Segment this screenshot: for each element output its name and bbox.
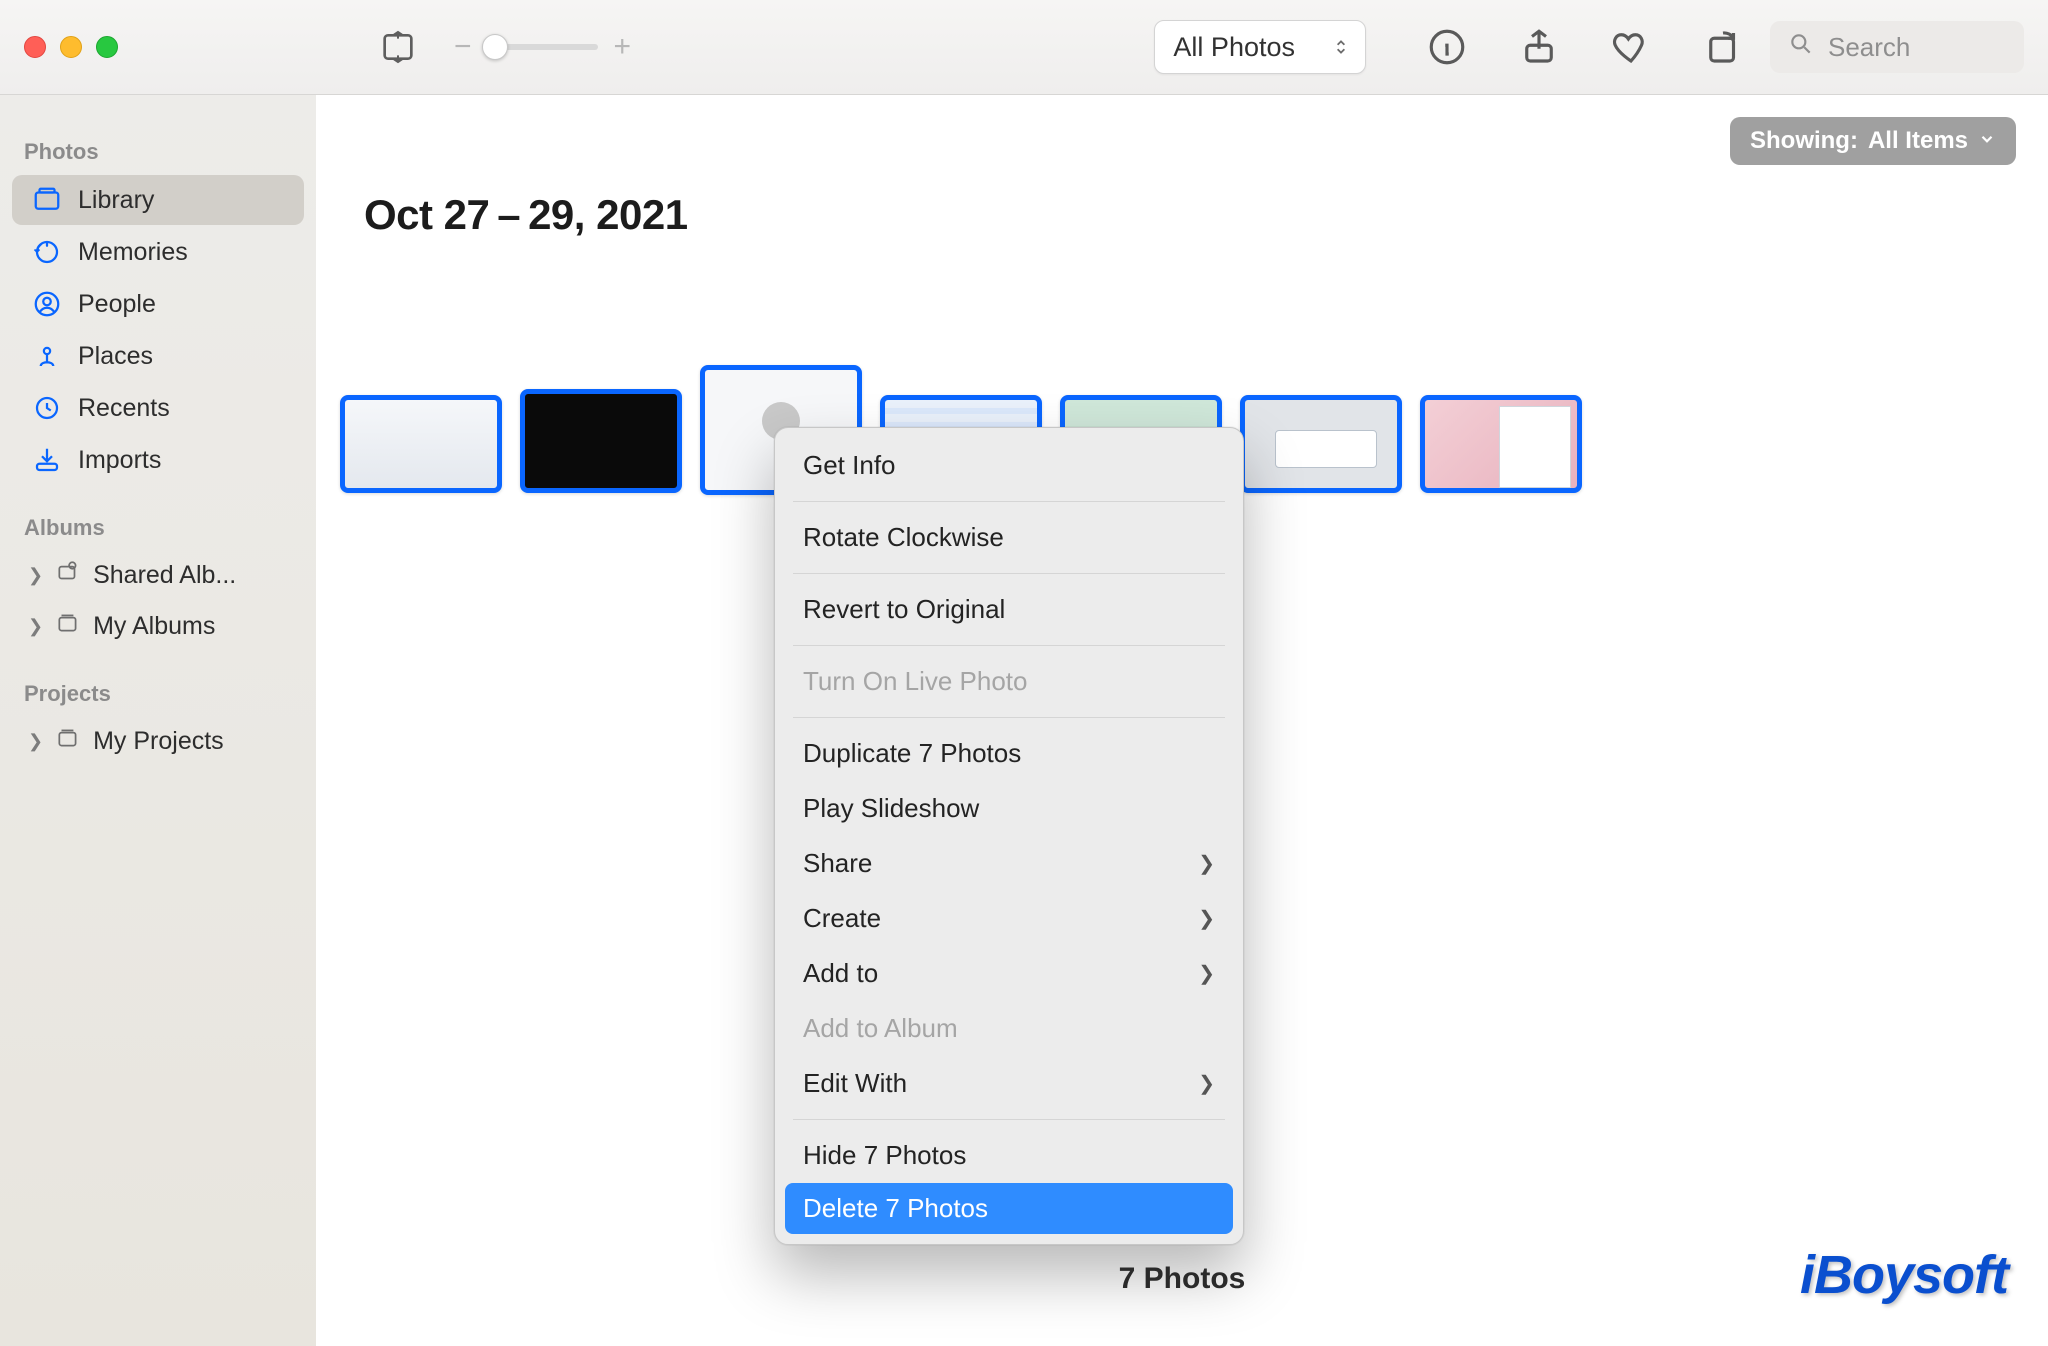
people-icon [32, 289, 62, 319]
sidebar-item-label: People [78, 290, 156, 319]
menu-separator [793, 645, 1225, 646]
zoom-slider-thumb[interactable] [482, 34, 508, 60]
projects-icon [55, 725, 81, 758]
chevron-right-icon: ❯ [1198, 1071, 1215, 1096]
chevron-right-icon: ❯ [28, 616, 43, 637]
search-field[interactable]: Search [1770, 21, 2024, 73]
main-content: Showing: All Items Oct 27 – 29, 2021 Get… [316, 95, 2048, 1346]
menu-create[interactable]: Create❯ [775, 891, 1243, 946]
app-window: − + All Photos [0, 0, 2048, 1346]
sidebar-item-recents[interactable]: Recents [12, 383, 304, 433]
menu-duplicate[interactable]: Duplicate 7 Photos [775, 726, 1243, 781]
search-icon [1788, 31, 1814, 64]
favorite-icon[interactable] [1610, 26, 1652, 68]
sidebar-item-label: Imports [78, 446, 161, 475]
zoom-slider[interactable] [488, 44, 598, 50]
places-icon [32, 341, 62, 371]
zoom-in-button[interactable]: + [614, 30, 632, 64]
menu-revert-to-original[interactable]: Revert to Original [775, 582, 1243, 637]
share-icon[interactable] [1518, 26, 1560, 68]
sidebar-item-people[interactable]: People [12, 279, 304, 329]
sidebar-item-memories[interactable]: Memories [12, 227, 304, 277]
sidebar-item-label: Recents [78, 394, 170, 423]
chevron-right-icon: ❯ [28, 731, 43, 752]
menu-hide[interactable]: Hide 7 Photos [775, 1128, 1243, 1183]
sidebar-item-places[interactable]: Places [12, 331, 304, 381]
sidebar-item-my-albums[interactable]: ❯ My Albums [8, 602, 308, 651]
sidebar-item-my-projects[interactable]: ❯ My Projects [8, 717, 308, 766]
menu-get-info[interactable]: Get Info [775, 438, 1243, 493]
showing-prefix: Showing: [1750, 127, 1858, 155]
sidebar-item-label: Places [78, 342, 153, 371]
sidebar-item-imports[interactable]: Imports [12, 435, 304, 485]
sidebar-item-label: Memories [78, 238, 188, 267]
sidebar-item-label: My Projects [93, 727, 224, 756]
sidebar-item-label: My Albums [93, 612, 215, 641]
menu-delete[interactable]: Delete 7 Photos [785, 1183, 1233, 1234]
photo-thumbnail[interactable] [1420, 395, 1582, 493]
photo-count: 7 Photos [1119, 1262, 1246, 1296]
context-menu: Get Info Rotate Clockwise Revert to Orig… [774, 427, 1244, 1245]
photo-thumbnail[interactable] [1240, 395, 1402, 493]
window-controls [24, 36, 118, 58]
menu-play-slideshow[interactable]: Play Slideshow [775, 781, 1243, 836]
sidebar-item-label: Library [78, 186, 154, 215]
view-selector-label: All Photos [1173, 32, 1295, 63]
search-placeholder: Search [1828, 32, 1910, 63]
menu-edit-with[interactable]: Edit With❯ [775, 1056, 1243, 1111]
recents-icon [32, 393, 62, 423]
imports-icon [32, 445, 62, 475]
menu-separator [793, 1119, 1225, 1120]
chevron-right-icon: ❯ [1198, 851, 1215, 876]
chevron-down-icon [1978, 127, 1996, 155]
sidebar-toggle-icon[interactable] [378, 27, 418, 67]
menu-separator [793, 501, 1225, 502]
close-window-button[interactable] [24, 36, 46, 58]
menu-separator [793, 717, 1225, 718]
sidebar: Photos Library Memories People Places Re… [0, 95, 316, 1346]
sidebar-item-label: Shared Alb... [93, 561, 236, 590]
menu-share[interactable]: Share❯ [775, 836, 1243, 891]
sidebar-section-projects: Projects [0, 671, 316, 715]
watermark: iBoysoft [1800, 1244, 2008, 1306]
album-icon [55, 610, 81, 643]
zoom-out-button[interactable]: − [454, 30, 472, 64]
minimize-window-button[interactable] [60, 36, 82, 58]
sidebar-section-albums: Albums [0, 505, 316, 549]
rotate-icon[interactable] [1702, 26, 1744, 68]
menu-add-to[interactable]: Add to❯ [775, 946, 1243, 1001]
toolbar-right-group [1426, 26, 1744, 68]
chevron-right-icon: ❯ [1198, 961, 1215, 986]
shared-album-icon [55, 559, 81, 592]
photo-thumbnail[interactable] [340, 395, 502, 493]
sidebar-section-photos: Photos [0, 129, 316, 173]
chevron-right-icon: ❯ [28, 565, 43, 586]
menu-rotate-clockwise[interactable]: Rotate Clockwise [775, 510, 1243, 565]
chevron-updown-icon [1335, 38, 1347, 56]
chevron-right-icon: ❯ [1198, 906, 1215, 931]
view-selector[interactable]: All Photos [1154, 20, 1366, 74]
zoom-slider-group: − + [454, 30, 631, 64]
toolbar: − + All Photos [0, 0, 2048, 95]
body: Photos Library Memories People Places Re… [0, 95, 2048, 1346]
showing-value: All Items [1868, 127, 1968, 155]
sidebar-item-library[interactable]: Library [12, 175, 304, 225]
sidebar-item-shared-albums[interactable]: ❯ Shared Alb... [8, 551, 308, 600]
library-icon [32, 185, 62, 215]
photo-thumbnail[interactable] [520, 389, 682, 493]
info-icon[interactable] [1426, 26, 1468, 68]
menu-separator [793, 573, 1225, 574]
menu-turn-on-live-photo: Turn On Live Photo [775, 654, 1243, 709]
menu-add-to-album: Add to Album [775, 1001, 1243, 1056]
fullscreen-window-button[interactable] [96, 36, 118, 58]
date-range-header: Oct 27 – 29, 2021 [364, 191, 688, 239]
memories-icon [32, 237, 62, 267]
showing-filter-pill[interactable]: Showing: All Items [1730, 117, 2016, 165]
